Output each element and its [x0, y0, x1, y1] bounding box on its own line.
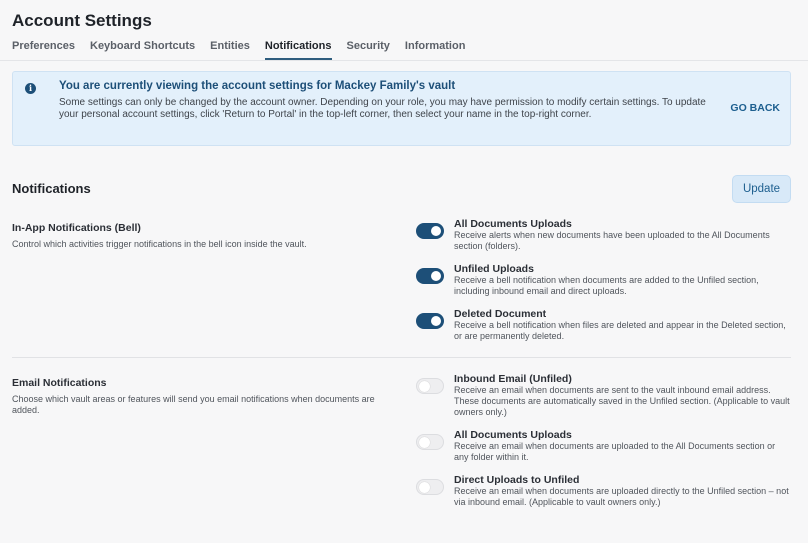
- option-description: Receive a bell notification when files a…: [454, 320, 786, 341]
- in-app-group-title: In-App Notifications (Bell): [12, 222, 141, 234]
- update-button[interactable]: Update: [732, 175, 791, 203]
- toggle-switch[interactable]: [416, 313, 444, 329]
- toggle-knob: [419, 437, 430, 448]
- toggle-switch[interactable]: [416, 268, 444, 284]
- tab-keyboard-shortcuts[interactable]: Keyboard Shortcuts: [90, 39, 195, 60]
- option-label: Inbound Email (Unfiled): [454, 373, 572, 385]
- option-label: Direct Uploads to Unfiled: [454, 474, 580, 486]
- option-description: Receive an email when documents are uplo…: [454, 441, 776, 462]
- toggle-switch[interactable]: [416, 223, 444, 239]
- toggle-knob: [419, 482, 430, 493]
- section-divider: [12, 357, 791, 358]
- tab-security[interactable]: Security: [347, 39, 390, 60]
- tabs-divider: [0, 60, 808, 61]
- banner-title: You are currently viewing the account se…: [59, 80, 456, 92]
- option-label: All Documents Uploads: [454, 429, 572, 441]
- tab-information[interactable]: Information: [405, 39, 466, 60]
- option-description: Receive an email when documents are sent…: [454, 385, 790, 417]
- option-label: Deleted Document: [454, 308, 547, 320]
- info-icon: i: [25, 83, 36, 94]
- go-back-button[interactable]: GO BACK: [730, 102, 780, 114]
- toggle-knob: [431, 316, 441, 326]
- option-label: Unfiled Uploads: [454, 263, 534, 275]
- banner-body: Some settings can only be changed by the…: [59, 97, 706, 121]
- tab-notifications[interactable]: Notifications: [264, 39, 332, 60]
- toggle-switch[interactable]: [416, 378, 444, 394]
- toggle-knob: [419, 381, 430, 392]
- option-description: Receive a bell notification when documen…: [454, 275, 759, 296]
- section-title: Notifications: [12, 181, 91, 196]
- email-group-description: Choose which vault areas or features wil…: [12, 394, 375, 415]
- option-description: Receive alerts when new documents have b…: [454, 230, 770, 251]
- option-description: Receive an email when documents are uplo…: [454, 486, 789, 507]
- toggle-knob: [431, 226, 441, 236]
- tab-preferences[interactable]: Preferences: [12, 39, 75, 60]
- settings-tabs: Preferences Keyboard Shortcuts Entities …: [12, 39, 480, 60]
- toggle-switch[interactable]: [416, 479, 444, 495]
- toggle-knob: [431, 271, 441, 281]
- page-title: Account Settings: [12, 11, 152, 30]
- email-group-title: Email Notifications: [12, 377, 107, 389]
- toggle-switch[interactable]: [416, 434, 444, 450]
- in-app-group-description: Control which activities trigger notific…: [12, 239, 307, 249]
- option-label: All Documents Uploads: [454, 218, 572, 230]
- info-banner: i You are currently viewing the account …: [12, 71, 791, 146]
- tab-entities[interactable]: Entities: [210, 39, 250, 60]
